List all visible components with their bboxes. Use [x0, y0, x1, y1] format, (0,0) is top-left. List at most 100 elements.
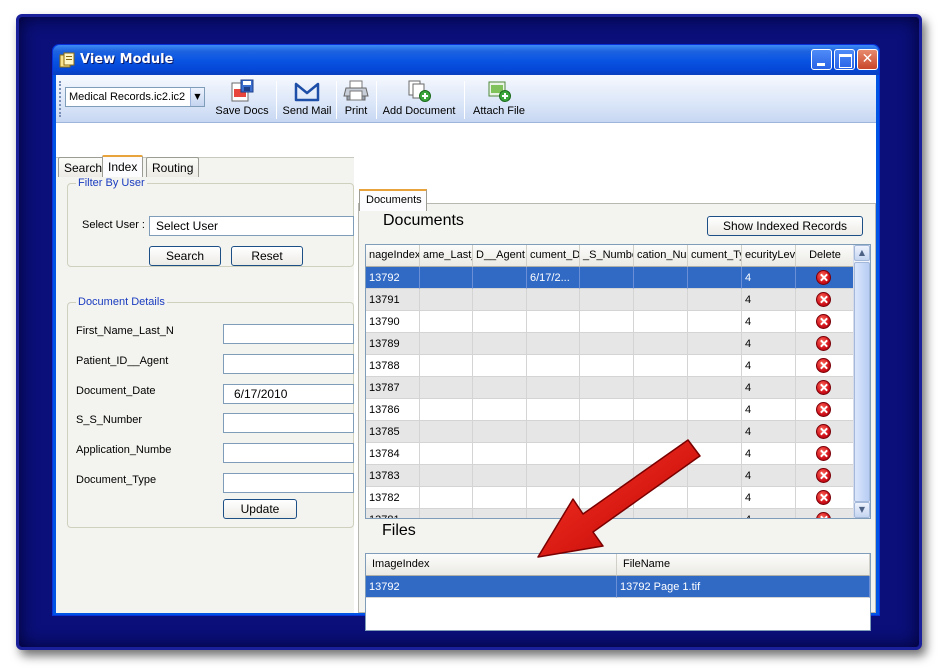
table-cell — [473, 421, 527, 443]
minimize-button[interactable] — [811, 49, 832, 70]
delete-cell[interactable] — [796, 443, 855, 465]
title-bar[interactable]: View Module ✕ — [53, 45, 879, 75]
delete-icon[interactable] — [816, 468, 831, 483]
table-cell — [473, 289, 527, 311]
table-cell — [527, 465, 580, 487]
delete-icon[interactable] — [816, 336, 831, 351]
column-header-name[interactable]: ame_Last_ — [420, 245, 473, 267]
reset-button[interactable]: Reset — [231, 246, 303, 266]
tab-index[interactable]: Index — [102, 155, 144, 177]
first-name-last-name-input[interactable] — [223, 324, 354, 344]
document-type-input[interactable] — [223, 473, 354, 493]
table-cell — [527, 443, 580, 465]
table-cell — [420, 509, 473, 518]
table-cell — [420, 377, 473, 399]
table-row[interactable]: 13787 4 — [366, 377, 855, 399]
delete-cell[interactable] — [796, 399, 855, 421]
table-row[interactable]: 13792 6/17/2... 4 — [366, 267, 855, 289]
patient-id-agent-input[interactable] — [223, 354, 354, 374]
print-button[interactable]: Print — [340, 77, 372, 121]
table-row[interactable]: 13789 4 — [366, 333, 855, 355]
column-header-document-date[interactable]: cument_Da — [527, 245, 580, 267]
toolbar-grip[interactable] — [59, 81, 62, 117]
module-combo-value: Medical Records.ic2.ic2 — [69, 91, 186, 103]
field-label: Document_Date — [76, 385, 156, 397]
toolbar-separator — [464, 81, 465, 119]
scroll-up-icon[interactable]: ▲ — [854, 245, 870, 261]
close-button[interactable]: ✕ — [857, 49, 878, 70]
update-button[interactable]: Update — [223, 499, 297, 519]
table-cell — [634, 311, 688, 333]
column-header-ss-number[interactable]: _S_Numbe — [580, 245, 634, 267]
table-cell — [688, 289, 742, 311]
add-document-button[interactable]: Add Document — [381, 77, 457, 121]
delete-cell[interactable] — [796, 333, 855, 355]
save-docs-button[interactable]: Save Docs — [214, 77, 270, 121]
delete-cell[interactable] — [796, 311, 855, 333]
delete-cell[interactable] — [796, 487, 855, 509]
delete-icon[interactable] — [816, 402, 831, 417]
table-row[interactable]: 13782 4 — [366, 487, 855, 509]
column-header-file-name[interactable]: FileName — [617, 554, 870, 576]
column-header-file-image-index[interactable]: ImageIndex — [366, 554, 617, 576]
column-header-document-type[interactable]: cument_Ty — [688, 245, 742, 267]
send-mail-button[interactable]: Send Mail — [281, 77, 333, 121]
delete-icon[interactable] — [816, 512, 831, 518]
module-combo[interactable]: Medical Records.ic2.ic2 ▼ — [65, 87, 205, 107]
table-row[interactable]: 13784 4 — [366, 443, 855, 465]
search-button[interactable]: Search — [149, 246, 221, 266]
tab-documents[interactable]: Documents — [359, 189, 427, 211]
delete-cell[interactable] — [796, 355, 855, 377]
table-row[interactable]: 13790 4 — [366, 311, 855, 333]
chevron-down-icon[interactable]: ▼ — [190, 88, 204, 106]
delete-icon[interactable] — [816, 292, 831, 307]
scroll-down-icon[interactable]: ▼ — [854, 502, 870, 518]
table-cell — [527, 355, 580, 377]
table-row[interactable]: 13785 4 — [366, 421, 855, 443]
delete-cell[interactable] — [796, 421, 855, 443]
delete-cell[interactable] — [796, 267, 855, 289]
application-number-input[interactable] — [223, 443, 354, 463]
attach-file-button[interactable]: Attach File — [469, 77, 529, 121]
table-row[interactable]: 13788 4 — [366, 355, 855, 377]
add-document-label: Add Document — [382, 105, 456, 117]
maximize-button[interactable] — [834, 49, 855, 70]
delete-icon[interactable] — [816, 446, 831, 461]
delete-icon[interactable] — [816, 380, 831, 395]
table-cell — [420, 355, 473, 377]
delete-cell[interactable] — [796, 465, 855, 487]
toolbar-separator — [336, 81, 337, 119]
table-cell: 13792 — [366, 267, 420, 289]
scroll-thumb[interactable] — [854, 262, 870, 502]
column-header-delete[interactable]: Delete — [796, 245, 855, 267]
tab-routing[interactable]: Routing — [146, 157, 200, 177]
ss-number-input[interactable] — [223, 413, 354, 433]
right-panel: Documents Show Indexed Records nageIndex… — [358, 203, 876, 631]
column-header-application-number[interactable]: cation_Nur — [634, 245, 688, 267]
table-row[interactable]: 13792 13792 Page 1.tif — [366, 576, 870, 598]
column-header-security-level[interactable]: ecurityLeve — [742, 245, 796, 267]
tab-search[interactable]: Search — [58, 157, 109, 177]
table-row[interactable]: 13786 4 — [366, 399, 855, 421]
delete-icon[interactable] — [816, 490, 831, 505]
column-header-agent[interactable]: D__Agent — [473, 245, 527, 267]
select-user-field[interactable]: Select User — [149, 216, 354, 236]
document-date-input[interactable]: 6/17/2010 — [223, 384, 354, 404]
delete-cell[interactable] — [796, 289, 855, 311]
delete-icon[interactable] — [816, 270, 831, 285]
show-indexed-records-button[interactable]: Show Indexed Records — [707, 216, 863, 236]
delete-icon[interactable] — [816, 314, 831, 329]
table-row[interactable]: 13783 4 — [366, 465, 855, 487]
delete-cell[interactable] — [796, 509, 855, 518]
table-cell — [634, 443, 688, 465]
toolbar-separator — [276, 81, 277, 119]
column-header-image-index[interactable]: nageIndex — [366, 245, 420, 267]
delete-cell[interactable] — [796, 377, 855, 399]
table-row[interactable]: 13791 4 — [366, 289, 855, 311]
table-cell — [580, 377, 634, 399]
mail-icon — [294, 82, 320, 102]
documents-scrollbar[interactable]: ▲ ▼ — [853, 245, 870, 518]
table-row[interactable]: 13781 4 — [366, 509, 855, 518]
delete-icon[interactable] — [816, 424, 831, 439]
delete-icon[interactable] — [816, 358, 831, 373]
